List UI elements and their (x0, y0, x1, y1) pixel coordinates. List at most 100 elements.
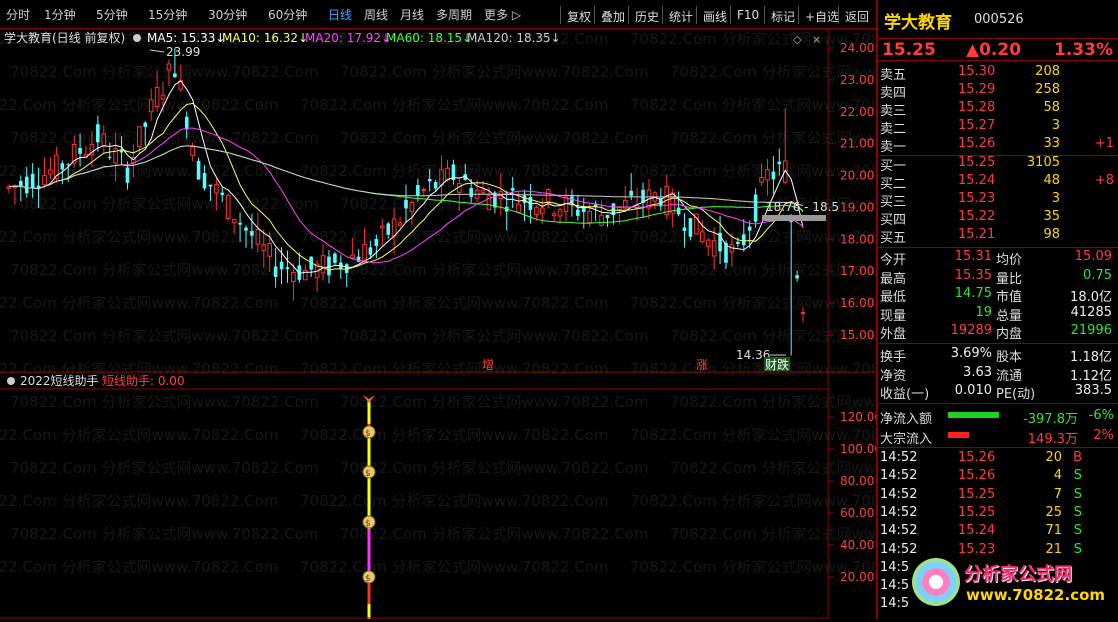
candle-body (747, 226, 752, 231)
candle-body (333, 253, 337, 263)
watermark: 70822.Com 分析家公式网www.70822.Com (300, 558, 608, 576)
stat-row: 今开 15.31 均价 15.09 (878, 248, 1118, 268)
stat2-value: 0.010 (954, 383, 992, 398)
divider (878, 343, 1118, 344)
ask-row: 卖四 15.29 258 (878, 81, 1118, 101)
period-tab-4[interactable]: 30分钟 (208, 6, 247, 23)
candle-body (255, 229, 261, 245)
toolbar-button-2[interactable]: 历史 (628, 6, 665, 24)
candle-body (320, 255, 326, 274)
tick-volume: 20 (1045, 450, 1062, 465)
divider (878, 447, 1118, 448)
ask-delta: +1 (1094, 136, 1114, 151)
period-tab-3[interactable]: 15分钟 (148, 6, 187, 23)
candle-body (539, 207, 545, 215)
candle-body (741, 234, 746, 246)
candle-body (60, 163, 65, 170)
ma-label-2: MA20: 17.92↓ (305, 31, 391, 45)
stat-row: 最高 15.35 量比 0.75 (878, 267, 1118, 287)
stat-row: 现量 19 总量 41285 (878, 304, 1118, 324)
candle-body (688, 218, 693, 237)
close-icon: × (812, 33, 821, 46)
period-toolbar: 分时 1分钟 5分钟 15分钟 30分钟 60分钟 日线 周线 月线 多周期 更多 ▷ 复权 叠加 历史统… (0, 0, 876, 29)
period-tab-7[interactable]: 周线 (364, 6, 388, 23)
candle-body (421, 189, 427, 192)
toolbar-button-5[interactable]: F10 (730, 6, 765, 24)
ask-volume: 258 (1035, 82, 1060, 97)
toolbar-button-6[interactable]: 标记 (764, 6, 801, 24)
period-tab-8[interactable]: 月线 (400, 6, 424, 23)
candle-body (777, 161, 782, 165)
period-tab-10[interactable]: 更多 ▷ (484, 6, 521, 23)
stat2-value: 3.69% (950, 346, 992, 361)
ask-volume: 58 (1043, 100, 1060, 115)
candle-body (137, 126, 142, 148)
tick-side: S (1073, 523, 1082, 539)
bid-price: 15.25 (958, 155, 996, 170)
candle-body (327, 256, 331, 276)
bid-price: 15.23 (958, 191, 996, 206)
high-price-label: 23.99 (166, 45, 200, 59)
tick-time: 14:52 (880, 504, 918, 520)
toolbar-button-1[interactable]: 叠加 (594, 6, 631, 24)
price-tick-label: 22.00 (840, 105, 874, 119)
marker-cai: 财 (765, 358, 777, 372)
watermark: 70822.Com 分析家公式网www.70822.Com (630, 360, 876, 378)
candle-body (391, 218, 397, 237)
watermark: 70822.Com 分析家公式网www.70822.Com (10, 525, 318, 543)
period-tab-5[interactable]: 60分钟 (268, 6, 307, 23)
watermark: 70822.Com 分析家公式网www.70822.Com (340, 129, 648, 147)
period-tab-1[interactable]: 1分钟 (44, 6, 76, 23)
candle-body (202, 173, 207, 189)
bid-row: 买二 15.24 48 +8 (878, 172, 1118, 192)
stat2-value: 383.5 (1074, 383, 1112, 398)
tick-row: 14:52 15.24 71 S (878, 522, 1118, 540)
candle-body (214, 184, 219, 194)
chart-area[interactable]: 70822.Com 分析家公式网www.70822.Com 70822.Com 分… (0, 29, 978, 619)
high-pointer (149, 49, 165, 53)
kline-chart-svg[interactable]: 70822.Com 分析家公式网www.70822.Com 70822.Com 分… (0, 29, 978, 619)
candle-body (416, 185, 420, 196)
site-logo: 分析家公式网 www.70822.com (912, 554, 1116, 616)
stat2-label: 净资 (880, 368, 907, 384)
ask-row: 卖五 15.30 208 (878, 63, 1118, 83)
bid-volume: 35 (1043, 209, 1060, 224)
indicator-title: 2022短线助手 (20, 374, 99, 388)
toolbar-button-8[interactable]: 返回 (838, 6, 875, 24)
watermark: 70822.Com 分析家公式网www.70822.Com (300, 228, 608, 246)
toolbar-button-4[interactable]: 画线 (696, 6, 733, 24)
watermark: 70822.Com 分析家公式网www.70822.Com (670, 393, 876, 411)
candle-body (587, 210, 593, 224)
moneybag-icon-glyph: $ (365, 469, 371, 479)
candle-body (48, 169, 53, 175)
period-tab-6[interactable]: 日线 (328, 6, 352, 23)
toolbar-button-0[interactable]: 复权 (560, 6, 597, 24)
flow-bar (948, 432, 969, 438)
candle-body (166, 63, 172, 71)
candle-body (261, 243, 267, 251)
period-tab-0[interactable]: 分时 (6, 6, 30, 23)
candle-body (736, 241, 740, 244)
toolbar-button-3[interactable]: 统计 (662, 6, 699, 24)
candle-body (605, 214, 610, 219)
candle-body (374, 239, 379, 246)
bid-row: 买一 15.25 3105 (878, 154, 1118, 174)
candle-body (379, 225, 385, 229)
marker-zeng: 增 (482, 358, 494, 372)
settings-dot (133, 34, 141, 42)
candle-body (356, 256, 361, 262)
watermark: 70822.Com 分析家公式网www.70822.Com (10, 327, 318, 345)
flow-value: -397.8万 (1023, 412, 1078, 427)
price-tick-label: 24.00 (840, 41, 874, 55)
period-tab-9[interactable]: 多周期 (436, 6, 472, 23)
moneybag-icon-glyph: $ (365, 519, 371, 529)
range-label: 18.76 - 18.5 (766, 200, 839, 214)
price-tick-label: 15.00 (840, 328, 874, 342)
stat-value: 15.31 (954, 249, 992, 264)
range-band (762, 215, 826, 221)
period-tab-2[interactable]: 5分钟 (96, 6, 128, 23)
ask-row: 卖三 15.28 58 (878, 99, 1118, 119)
candle-body (107, 156, 112, 158)
stat2-label: 股本 (996, 350, 1023, 365)
candle-body (397, 222, 403, 226)
